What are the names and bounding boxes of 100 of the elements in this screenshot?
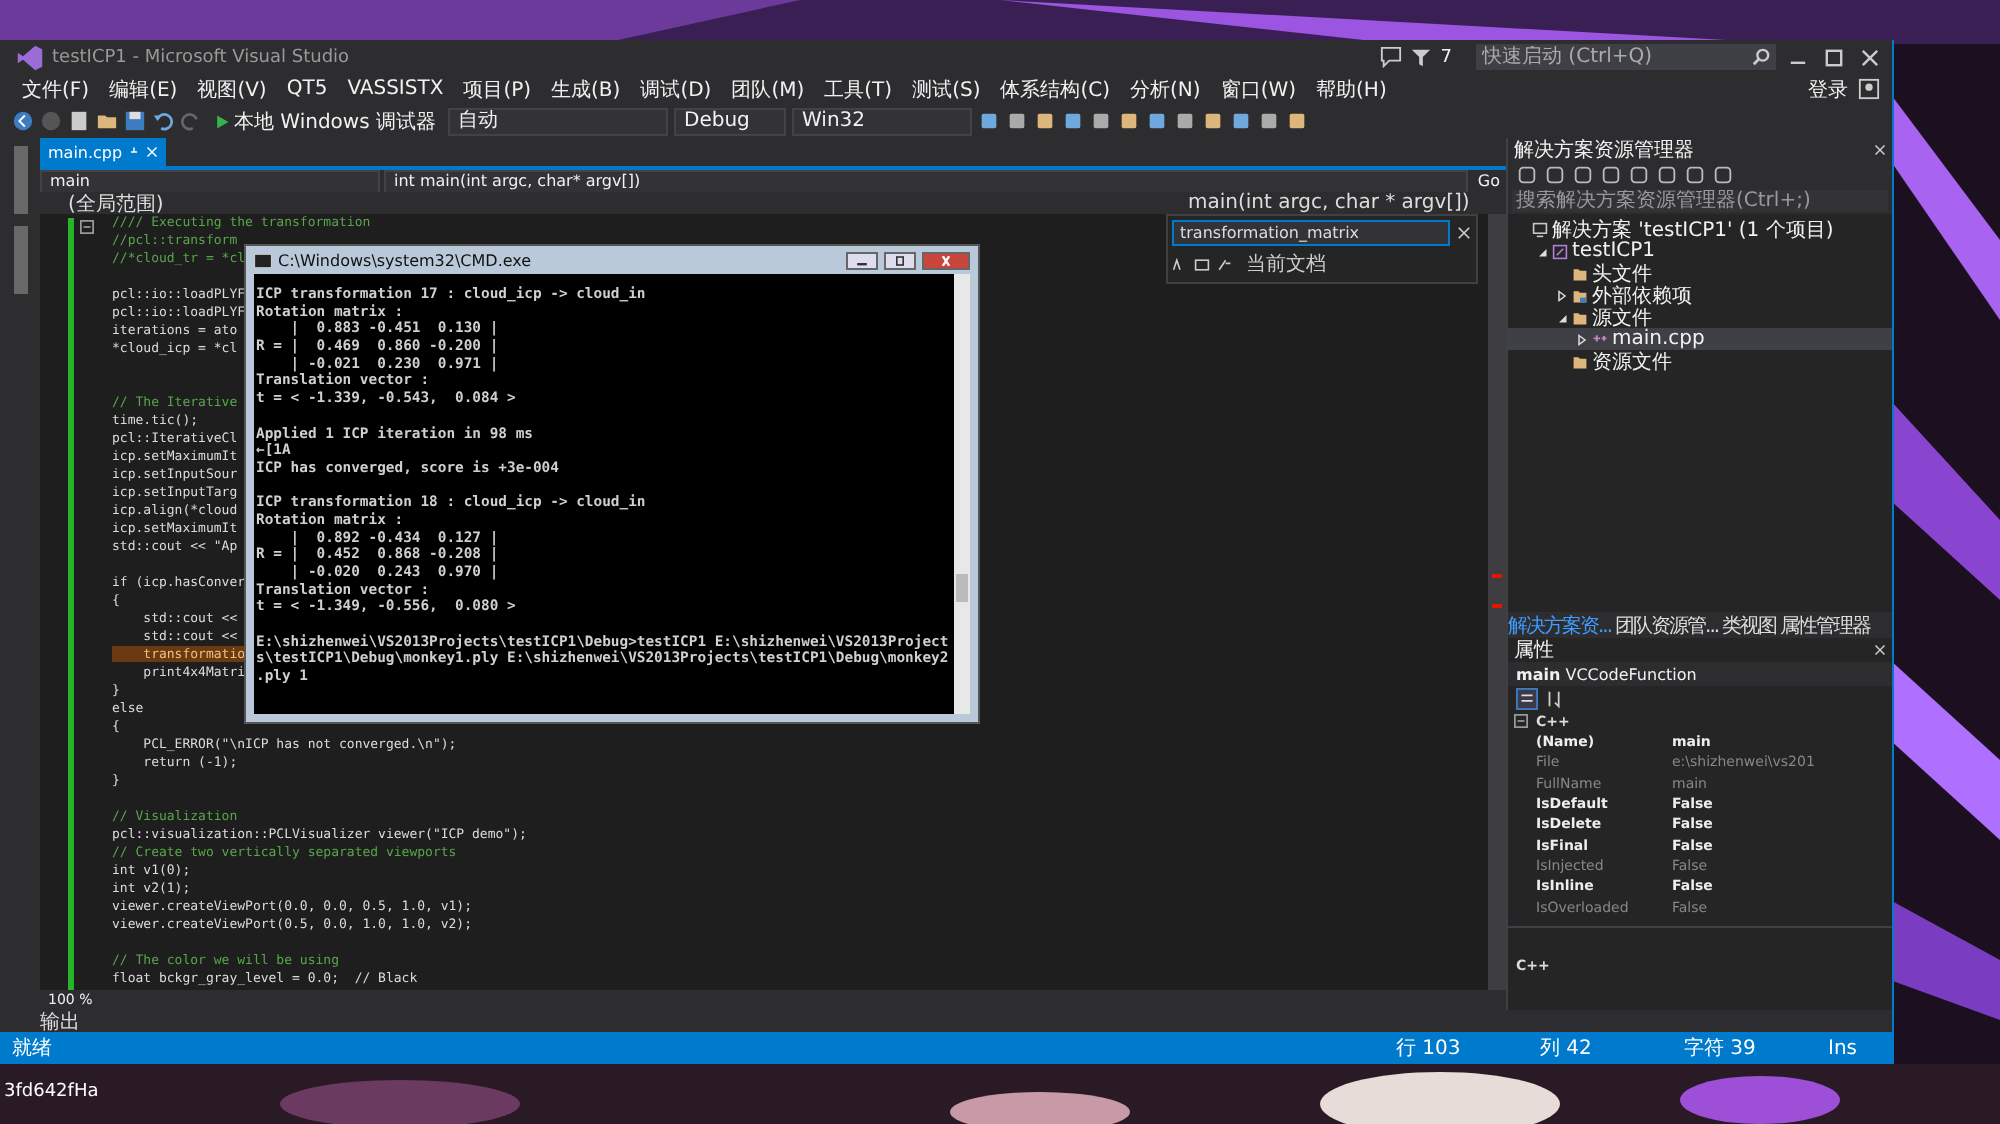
undo-icon[interactable] — [152, 110, 174, 132]
tree-item[interactable]: 头文件 — [1508, 262, 1892, 284]
search-scope-dropdown[interactable]: 当前文档 — [1246, 250, 1326, 278]
expand-arrow-icon[interactable] — [1536, 245, 1548, 257]
back-icon[interactable] — [12, 110, 34, 132]
line-number: 行 103 — [1396, 1036, 1463, 1062]
toolbar-icon[interactable] — [1230, 110, 1252, 132]
menu-item[interactable]: 生成(B) — [541, 75, 631, 103]
close-icon[interactable] — [1874, 144, 1886, 156]
object-dropdown[interactable]: main VCCodeFunction — [1508, 662, 1892, 686]
user-icon[interactable] — [1858, 78, 1880, 100]
toolbar-icon[interactable] — [1062, 110, 1084, 132]
desktop-icon-label[interactable]: 3fd642fHa — [4, 1082, 99, 1102]
close-icon[interactable] — [1874, 644, 1886, 656]
regex-icon[interactable] — [1216, 257, 1232, 271]
menu-item[interactable]: 项目(P) — [453, 75, 542, 103]
side-tab[interactable] — [13, 146, 27, 214]
menu-item[interactable]: 窗口(W) — [1210, 75, 1307, 103]
scrollbar[interactable] — [1488, 214, 1506, 990]
toolbar-icon[interactable] — [1544, 164, 1566, 186]
toolbar-icon[interactable] — [1286, 110, 1308, 132]
toolbar-icon[interactable] — [1006, 110, 1028, 132]
toolbar-icon[interactable] — [1712, 164, 1734, 186]
dropdown[interactable]: 自动 — [448, 107, 668, 135]
tree-item[interactable]: 资源文件 — [1508, 350, 1892, 372]
toolbar-icon[interactable] — [1146, 110, 1168, 132]
toolbar-icon[interactable] — [1034, 110, 1056, 132]
pin-icon[interactable] — [128, 146, 141, 158]
minimize-button[interactable] — [846, 251, 878, 269]
menu-item[interactable]: 文件(F) — [12, 75, 100, 103]
toolbar-icon[interactable] — [1174, 110, 1196, 132]
menu-item[interactable]: 视图(V) — [187, 75, 277, 103]
scope-dropdown[interactable]: main — [40, 169, 380, 193]
menu-item[interactable]: 调试(D) — [630, 75, 722, 103]
feedback-icon[interactable] — [1380, 46, 1403, 68]
panel-title: 解决方案资源管理器 — [1514, 137, 1694, 164]
menu-item[interactable]: 分析(N) — [1120, 75, 1211, 103]
document-tab[interactable]: main.cpp — [40, 138, 167, 166]
scrollbar[interactable] — [954, 274, 970, 714]
toolbar-icon[interactable] — [978, 110, 1000, 132]
expand-arrow-icon[interactable] — [1576, 333, 1588, 345]
tree-item[interactable]: 源文件 — [1508, 306, 1892, 328]
whole-word-icon[interactable] — [1194, 257, 1210, 271]
member-dropdown[interactable]: int main(int argc, char* argv[]) — [384, 169, 1468, 193]
save-icon[interactable] — [124, 110, 146, 132]
menu-item[interactable]: 测试(S) — [902, 75, 991, 103]
menu-item[interactable]: 体系结构(C) — [990, 75, 1121, 103]
redo-icon[interactable] — [180, 110, 202, 132]
panel-tab[interactable]: 解决方案资... — [1508, 611, 1612, 639]
expand-arrow-icon[interactable] — [1556, 311, 1568, 323]
toolbar-icon[interactable] — [1656, 164, 1678, 186]
toolbar-icon[interactable] — [1090, 110, 1112, 132]
column-number: 列 42 — [1540, 1036, 1594, 1062]
collapse-icon[interactable] — [80, 220, 94, 234]
menu-item[interactable]: 团队(M) — [721, 75, 815, 103]
panel-tab[interactable]: 属性管理器 — [1780, 611, 1871, 639]
toolbar-icon[interactable] — [1202, 110, 1224, 132]
panel-tab[interactable]: 类视图 — [1722, 611, 1777, 639]
menu-item[interactable]: QT5 — [276, 78, 338, 100]
toolbar-icon[interactable] — [1684, 164, 1706, 186]
go-button[interactable]: Go — [1471, 172, 1506, 190]
panel-title: 属性 — [1514, 637, 1554, 664]
dropdown[interactable]: Debug — [674, 107, 786, 135]
menu-item[interactable]: 帮助(H) — [1306, 75, 1397, 103]
global-scope-label[interactable]: (全局范围) — [40, 189, 1188, 217]
tree-item[interactable]: testICP1 — [1508, 240, 1892, 262]
maximize-button[interactable] — [884, 251, 916, 269]
side-tab[interactable] — [13, 226, 27, 294]
toolbar-icon[interactable] — [1258, 110, 1280, 132]
sign-in-link[interactable]: 登录 — [1798, 75, 1858, 103]
menu-item[interactable]: 工具(T) — [814, 75, 903, 103]
find-field[interactable]: transformation_matrix — [1172, 220, 1450, 246]
project-icon — [1552, 243, 1568, 259]
menu-item[interactable]: 编辑(E) — [99, 75, 188, 103]
close-button[interactable] — [922, 251, 970, 269]
tree-item[interactable]: 外部依赖项 — [1508, 284, 1892, 306]
categorized-icon[interactable] — [1516, 688, 1538, 710]
menu-item[interactable]: VASSISTX — [337, 78, 454, 100]
toolbar-icon[interactable] — [1600, 164, 1622, 186]
toolbar-icon[interactable] — [1516, 164, 1538, 186]
file-icon — [1592, 331, 1608, 347]
collapse-icon[interactable] — [1514, 714, 1528, 728]
function-scope-label[interactable]: main(int argc, char * argv[]) — [1188, 192, 1470, 214]
dropdown[interactable]: Win32 — [792, 107, 972, 135]
output-tab[interactable]: 输出 — [40, 1007, 80, 1035]
sort-icon[interactable] — [1544, 688, 1566, 710]
toolbar-icon[interactable] — [1628, 164, 1650, 186]
expand-arrow-icon[interactable] — [1556, 289, 1568, 301]
tree-item[interactable]: 解决方案 'testICP1' (1 个项目) — [1508, 218, 1892, 240]
character-number: 字符 39 — [1684, 1035, 1758, 1062]
toolbar-icon[interactable] — [1572, 164, 1594, 186]
panel-tab[interactable]: 团队资源管... — [1615, 611, 1719, 639]
tree-item[interactable]: main.cpp — [1508, 328, 1892, 350]
start-debugging-button[interactable]: 本地 Windows 调试器 — [208, 107, 442, 135]
toolbar-icon[interactable] — [1118, 110, 1140, 132]
status-message: 就绪 — [12, 1035, 52, 1062]
open-folder-icon[interactable] — [96, 110, 118, 132]
close-icon[interactable] — [1456, 226, 1472, 240]
close-icon[interactable] — [1856, 45, 1884, 69]
maximize-icon[interactable] — [1820, 45, 1848, 69]
